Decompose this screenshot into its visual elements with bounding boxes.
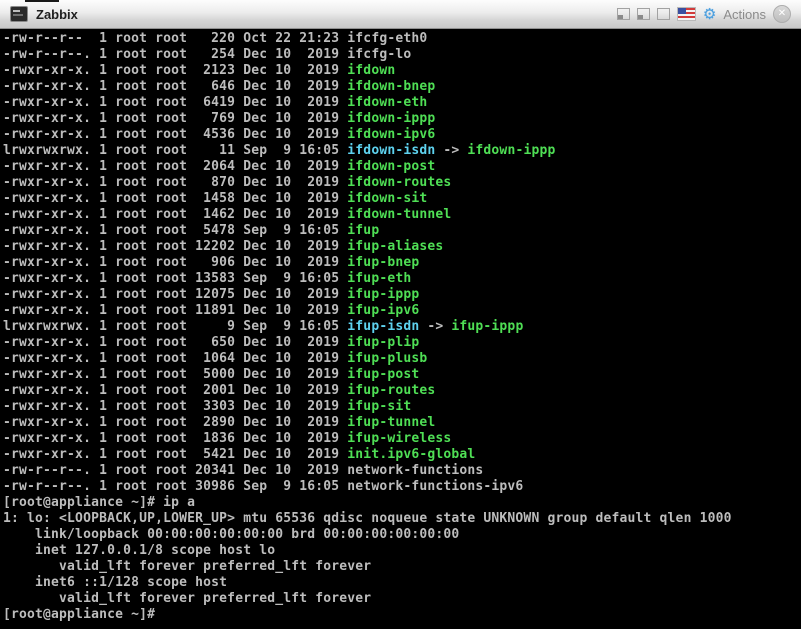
terminal-line: -rwxr-xr-x. 1 root root 5421 Dec 10 2019… [3,447,476,462]
terminal-line: inet 127.0.0.1/8 scope host lo [3,543,276,558]
window-title: Zabbix [36,6,78,22]
keyboard-language-flag-icon[interactable] [676,7,696,21]
terminal-line: -rwxr-xr-x. 1 root root 2001 Dec 10 2019… [3,383,436,398]
terminal-line: -rwxr-xr-x. 1 root root 1064 Dec 10 2019… [3,351,428,366]
terminal-line: -rwxr-xr-x. 1 root root 870 Dec 10 2019 … [3,175,452,190]
terminal-line: lrwxrwxrwx. 1 root root 9 Sep 9 16:05 if… [3,319,524,334]
close-icon[interactable]: ✕ [773,5,791,23]
terminal-line: -rw-r--r--. 1 root root 30986 Sep 9 16:0… [3,479,524,494]
window-maximize-icon[interactable] [656,8,670,20]
terminal-line: -rwxr-xr-x. 1 root root 13583 Sep 9 16:0… [3,271,412,286]
terminal-line: lrwxrwxrwx. 1 root root 11 Sep 9 16:05 i… [3,143,556,158]
terminal-line: valid_lft forever preferred_lft forever [3,559,372,574]
terminal-line: -rwxr-xr-x. 1 root root 2890 Dec 10 2019… [3,415,436,430]
terminal-line: -rwxr-xr-x. 1 root root 12202 Dec 10 201… [3,239,444,254]
terminal-line: -rw-r--r--. 1 root root 20341 Dec 10 201… [3,463,484,478]
terminal-line: 1: lo: <LOOPBACK,UP,LOWER_UP> mtu 65536 … [3,511,732,526]
terminal-line: -rwxr-xr-x. 1 root root 11891 Dec 10 201… [3,303,420,318]
terminal-line: -rwxr-xr-x. 1 root root 2123 Dec 10 2019… [3,63,396,78]
terminal-line: -rwxr-xr-x. 1 root root 2064 Dec 10 2019… [3,159,436,174]
terminal-line: -rwxr-xr-x. 1 root root 646 Dec 10 2019 … [3,79,436,94]
terminal-line: -rwxr-xr-x. 1 root root 650 Dec 10 2019 … [3,335,420,350]
terminal-line: [root@appliance ~]# [3,607,156,622]
terminal-line: -rwxr-xr-x. 1 root root 3303 Dec 10 2019… [3,399,412,414]
terminal-line: -rwxr-xr-x. 1 root root 906 Dec 10 2019 … [3,255,420,270]
terminal-line: inet6 ::1/128 scope host [3,575,228,590]
console-app-icon [10,6,28,22]
terminal-line: -rwxr-xr-x. 1 root root 769 Dec 10 2019 … [3,111,436,126]
terminal-line: -rwxr-xr-x. 1 root root 1836 Dec 10 2019… [3,431,452,446]
terminal-line: valid_lft forever preferred_lft forever [3,591,372,606]
terminal-line: -rw-r--r-- 1 root root 220 Oct 22 21:23 … [3,31,428,46]
terminal-line: [root@appliance ~]# ip a [3,495,196,510]
top-notch [25,0,59,2]
window-restore-icon[interactable] [616,8,630,20]
terminal-output[interactable]: -rw-r--r-- 1 root root 220 Oct 22 21:23 … [0,29,801,629]
terminal-line: -rwxr-xr-x. 1 root root 4536 Dec 10 2019… [3,127,436,142]
terminal-line: -rwxr-xr-x. 1 root root 1462 Dec 10 2019… [3,207,452,222]
terminal-line: -rwxr-xr-x. 1 root root 5000 Dec 10 2019… [3,367,420,382]
gear-icon[interactable]: ⚙ [703,7,716,22]
terminal-line: -rwxr-xr-x. 1 root root 5478 Sep 9 16:05… [3,223,380,238]
terminal-line: -rwxr-xr-x. 1 root root 12075 Dec 10 201… [3,287,420,302]
titlebar: Zabbix ⚙ Actions ✕ [0,0,801,29]
terminal-line: -rw-r--r--. 1 root root 254 Dec 10 2019 … [3,47,412,62]
actions-menu-button[interactable]: Actions [723,7,766,22]
terminal-line: -rwxr-xr-x. 1 root root 6419 Dec 10 2019… [3,95,428,110]
titlebar-controls: ⚙ Actions ✕ [616,5,801,23]
terminal-line: link/loopback 00:00:00:00:00:00 brd 00:0… [3,527,460,542]
window-minimize-icon[interactable] [636,8,650,20]
console-window: Zabbix ⚙ Actions ✕ -rw-r--r-- 1 root roo… [0,0,801,629]
terminal-line: -rwxr-xr-x. 1 root root 1458 Dec 10 2019… [3,191,428,206]
